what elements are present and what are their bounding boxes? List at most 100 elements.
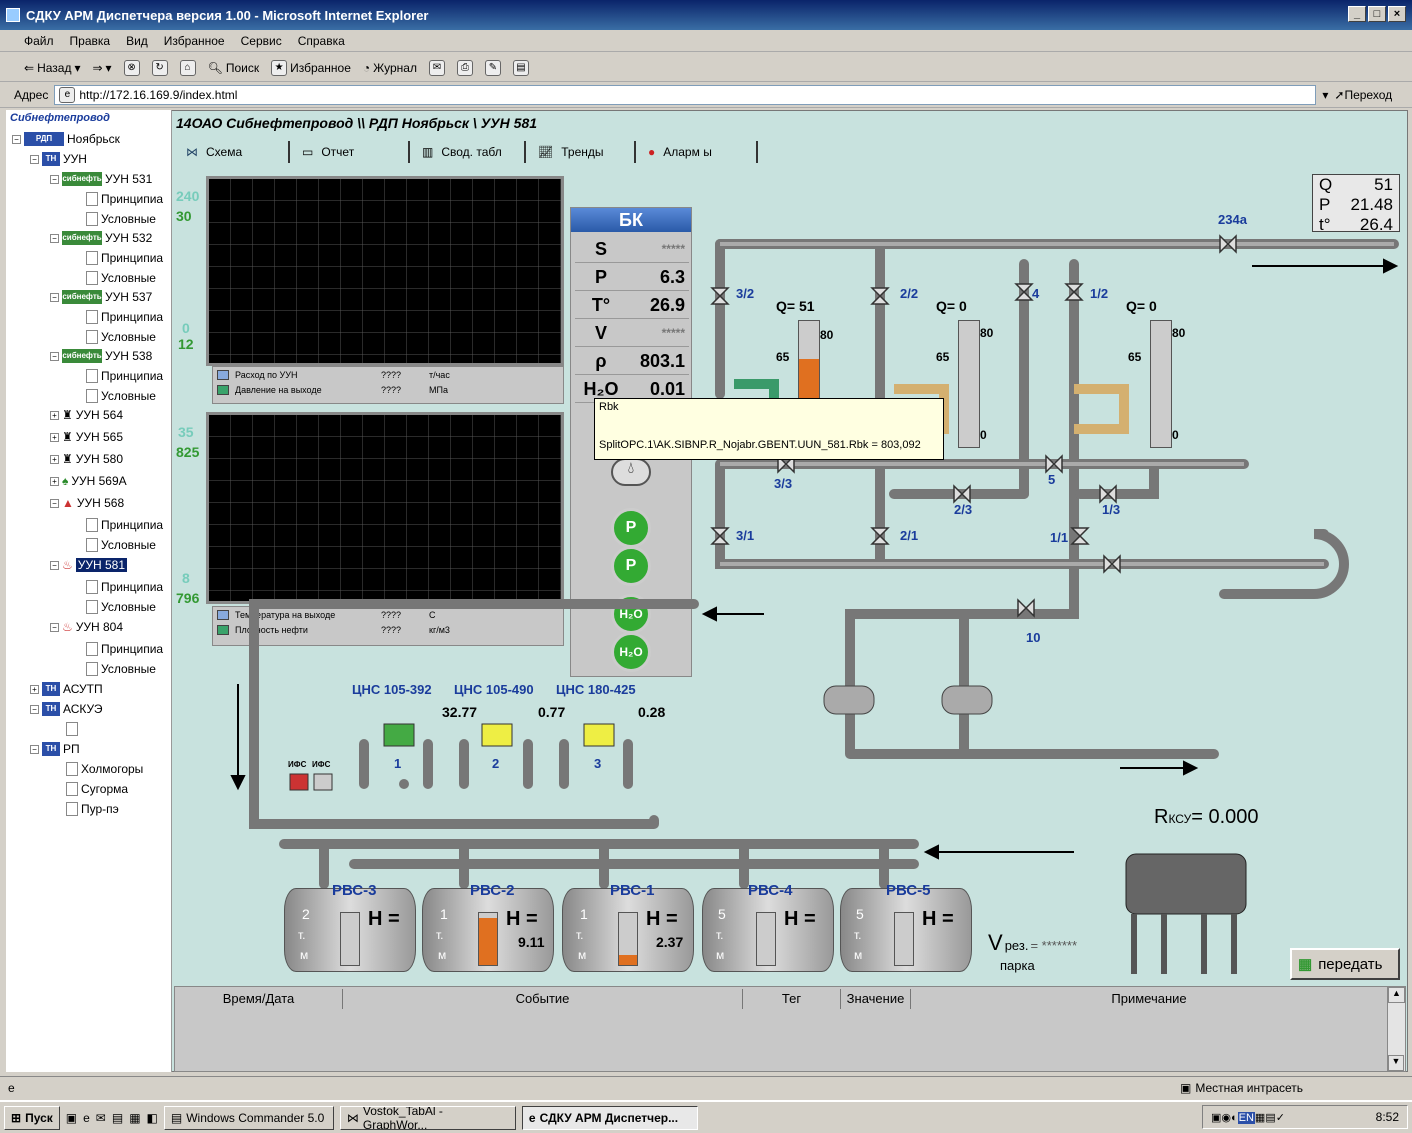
tab-summary[interactable]: ▥ Свод. табл xyxy=(412,141,526,163)
scroll-up-icon[interactable]: ▲ xyxy=(1388,987,1405,1003)
tree-leaf[interactable]: Принципиа xyxy=(86,310,163,324)
tab-schema[interactable]: ⋈ Схема xyxy=(176,141,290,163)
forward-button[interactable]: ⇒ ▾ xyxy=(92,61,111,75)
tree-item[interactable]: − сибнефть УУН 538 xyxy=(50,349,152,363)
task-windows-commander[interactable]: ▤ Windows Commander 5.0 xyxy=(163,1105,334,1130)
collapse-icon[interactable]: − xyxy=(50,351,59,361)
col-value[interactable]: Значение xyxy=(841,989,911,1009)
tree-leaf[interactable]: Принципиа xyxy=(86,192,163,206)
expand-icon[interactable]: + xyxy=(50,476,59,486)
menu-file[interactable]: Файл xyxy=(24,34,54,48)
search-button[interactable]: 🔍︎ Поиск xyxy=(208,61,260,75)
tree-leaf[interactable]: Условные xyxy=(86,271,156,285)
tree-rp[interactable]: − ТН РП xyxy=(30,742,80,756)
tree-leaf[interactable]: Условные xyxy=(86,662,156,676)
collapse-icon[interactable]: − xyxy=(50,233,59,243)
task-graphworks[interactable]: ⋈ Vostok_TabAl - GraphWor... xyxy=(339,1105,516,1130)
home-icon[interactable]: ⌂ xyxy=(179,59,196,76)
quicklaunch-tool-icon[interactable]: ◧ xyxy=(147,1111,158,1125)
tree-root[interactable]: Сибнефтепровод xyxy=(10,112,110,124)
address-dropdown-icon[interactable]: ▾ xyxy=(1322,88,1328,102)
tray-icons[interactable]: ▣◉◐EN▦▤✓ xyxy=(1211,1111,1285,1124)
tree-item[interactable]: − ▲ УУН 568 xyxy=(50,496,124,510)
tree-item[interactable]: + ♜ УУН 564 xyxy=(50,408,123,422)
collapse-icon[interactable]: − xyxy=(50,622,59,632)
collapse-icon[interactable]: − xyxy=(30,154,39,164)
tab-report[interactable]: ▭ Отчет xyxy=(292,141,410,163)
tree-rdp[interactable]: − РДП Ноябрьск xyxy=(12,132,120,146)
edit-icon[interactable]: ✎ xyxy=(484,59,501,76)
tree-leaf[interactable]: Принципиа xyxy=(86,518,163,532)
tree-leaf[interactable]: Условные xyxy=(86,330,156,344)
tree-leaf[interactable]: Принципиа xyxy=(86,580,163,594)
menu-tools[interactable]: Сервис xyxy=(241,34,282,48)
stop-icon[interactable]: ⊗ xyxy=(123,59,140,76)
mail-icon[interactable]: ✉ xyxy=(428,59,445,76)
go-button[interactable]: ➚Переход xyxy=(1334,88,1392,102)
tab-trends[interactable]: 📈︎ Тренды xyxy=(528,141,636,163)
scroll-down-icon[interactable]: ▼ xyxy=(1388,1055,1404,1071)
tree-leaf[interactable]: Условные xyxy=(86,600,156,614)
expand-icon[interactable]: + xyxy=(50,432,59,442)
minimize-button[interactable]: _ xyxy=(1348,6,1366,22)
tree-leaf[interactable]: Условные xyxy=(86,538,156,552)
favorites-button[interactable]: ★ Избранное xyxy=(271,59,351,76)
menu-edit[interactable]: Правка xyxy=(70,34,111,48)
refresh-icon[interactable]: ↻ xyxy=(151,59,168,76)
events-scrollbar[interactable]: ▲ ▼ xyxy=(1387,987,1405,1071)
collapse-icon[interactable]: − xyxy=(50,498,59,508)
expand-icon[interactable]: + xyxy=(50,454,59,464)
collapse-icon[interactable]: − xyxy=(50,292,59,302)
task-sdku-active[interactable]: e СДКУ АРМ Диспетчер... xyxy=(521,1105,698,1130)
tree-leaf[interactable]: Принципиа xyxy=(86,251,163,265)
discuss-icon[interactable]: ▤ xyxy=(512,59,529,76)
quicklaunch-disk-icon[interactable]: ▤ xyxy=(112,1111,123,1125)
collapse-icon[interactable]: − xyxy=(50,560,59,570)
tree-leaf[interactable]: Холмогоры xyxy=(66,762,143,776)
quicklaunch-desktop-icon[interactable]: ▣ xyxy=(66,1111,77,1125)
tree-leaf[interactable]: Принципиа xyxy=(86,642,163,656)
address-input[interactable]: e http://172.16.169.9/index.html xyxy=(54,84,1317,105)
tree-leaf[interactable]: Условные xyxy=(86,389,156,403)
col-datetime[interactable]: Время/Дата xyxy=(175,989,343,1009)
menu-favorites[interactable]: Избранное xyxy=(164,34,225,48)
tree-item[interactable]: − сибнефть УУН 532 xyxy=(50,231,152,245)
tree-item[interactable]: − ♨ УУН 804 xyxy=(50,620,123,634)
clock[interactable]: 8:52 xyxy=(1376,1110,1399,1124)
tree-leaf[interactable]: Условные xyxy=(86,212,156,226)
expand-icon[interactable]: + xyxy=(30,684,39,694)
tree-leaf[interactable] xyxy=(66,722,78,736)
tree-item[interactable]: + ♜ УУН 580 xyxy=(50,452,123,466)
close-button[interactable]: × xyxy=(1388,6,1406,22)
maximize-button[interactable]: □ xyxy=(1368,6,1386,22)
tree-uun[interactable]: − ТН УУН xyxy=(30,152,87,166)
collapse-icon[interactable]: − xyxy=(50,174,59,184)
start-button[interactable]: ⊞ Пуск xyxy=(4,1105,60,1130)
collapse-icon[interactable]: − xyxy=(30,744,39,754)
history-button[interactable]: ◔ Журнал xyxy=(363,61,417,75)
print-icon[interactable]: ⎙ xyxy=(456,59,473,76)
col-note[interactable]: Примечание xyxy=(911,989,1387,1009)
col-event[interactable]: Событие xyxy=(343,989,743,1009)
tree-leaf[interactable]: Пур-пэ xyxy=(66,802,119,816)
collapse-icon[interactable]: − xyxy=(12,134,21,144)
quicklaunch-ie-icon[interactable]: e xyxy=(83,1111,90,1125)
tree-item[interactable]: − сибнефть УУН 537 xyxy=(50,290,152,304)
tree-item[interactable]: + ♠ УУН 569А xyxy=(50,474,127,488)
tree-askue[interactable]: − ТН АСКУЭ xyxy=(30,702,103,716)
send-button[interactable]: ▦ передать xyxy=(1290,948,1400,980)
col-tag[interactable]: Тег xyxy=(743,989,841,1009)
quicklaunch-outlook-icon[interactable]: ✉ xyxy=(96,1111,106,1125)
quicklaunch-app-icon[interactable]: ▦ xyxy=(129,1111,140,1125)
back-button[interactable]: ⇐ Назад ▾ xyxy=(24,61,80,75)
tree-item[interactable]: − сибнефть УУН 531 xyxy=(50,172,152,186)
menu-view[interactable]: Вид xyxy=(126,34,148,48)
collapse-icon[interactable]: − xyxy=(30,704,39,714)
tree-asutp[interactable]: + ТН АСУТП xyxy=(30,682,103,696)
menu-help[interactable]: Справка xyxy=(298,34,345,48)
tab-alarms[interactable]: ● Аларм ы xyxy=(638,141,758,163)
tree-leaf[interactable]: Сугорма xyxy=(66,782,128,796)
tree-item-selected[interactable]: − ♨ УУН 581 xyxy=(50,558,128,572)
expand-icon[interactable]: + xyxy=(50,410,59,420)
tree-leaf[interactable]: Принципиа xyxy=(86,369,163,383)
